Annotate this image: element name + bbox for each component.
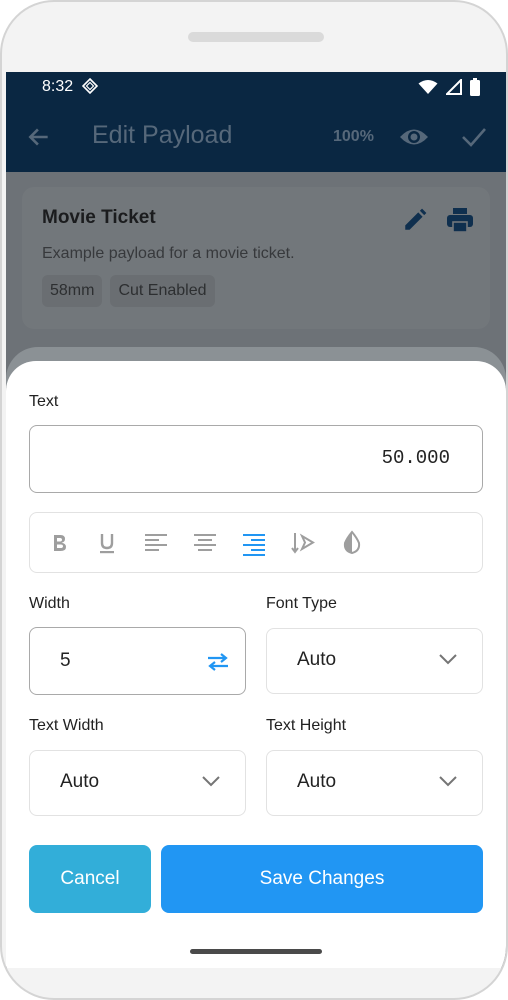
signal-icon [446,79,462,95]
align-center-icon[interactable] [191,529,219,557]
chip-cut: Cut Enabled [110,275,215,307]
status-bar: 8:32 [6,72,506,104]
text-height-value: Auto [297,771,337,792]
chevron-down-icon [439,654,457,665]
battery-icon [470,78,480,96]
bottom-sheet: Text 50.000 Width 5 Font Type Auto Text … [6,361,506,968]
wifi-icon [418,80,438,94]
printer-icon[interactable] [446,207,474,233]
cancel-button[interactable]: Cancel [29,845,151,913]
page-title: Edit Payload [92,121,233,149]
swap-icon[interactable] [205,650,231,674]
phone-speaker [188,32,324,42]
payload-chips: 58mm Cut Enabled [42,275,215,307]
text-direction-icon[interactable] [289,529,317,557]
width-input[interactable]: 5 [29,627,246,695]
font-type-value: Auto [297,649,337,670]
text-height-dropdown[interactable]: Auto [266,750,483,816]
text-input[interactable]: 50.000 [29,425,483,493]
home-indicator[interactable] [190,949,322,954]
chip-paper-size: 58mm [42,275,103,307]
pencil-icon[interactable] [402,207,428,233]
font-type-label: Font Type [266,595,337,612]
bold-icon[interactable] [45,529,73,557]
font-type-dropdown[interactable]: Auto [266,628,483,694]
back-arrow-icon[interactable] [26,124,52,150]
align-left-icon[interactable] [142,529,170,557]
text-width-value: Auto [60,771,100,792]
text-width-label: Text Width [29,717,104,734]
status-time: 8:32 [42,78,74,95]
invert-contrast-icon[interactable] [338,529,366,557]
text-label: Text [29,393,59,410]
format-toolbar [29,512,483,573]
chevron-down-icon [439,776,457,787]
underline-icon[interactable] [93,529,121,557]
zoom-level[interactable]: 100% [333,128,374,146]
phone-frame: 8:32 Edit Payload 100% Movie Ticket Exam… [0,0,508,1000]
save-changes-button[interactable]: Save Changes [161,845,483,913]
eye-icon[interactable] [399,124,429,150]
status-icons [418,78,480,96]
app-bar: Edit Payload 100% [6,104,506,172]
text-width-dropdown[interactable]: Auto [29,750,246,816]
payload-card: Movie Ticket Example payload for a movie… [22,187,490,329]
width-label: Width [29,595,70,612]
text-height-label: Text Height [266,717,347,734]
width-value: 5 [60,650,71,671]
chevron-down-icon [202,776,220,787]
payload-title: Movie Ticket [42,207,156,228]
payload-description: Example payload for a movie ticket. [42,245,295,262]
align-right-icon[interactable] [240,529,268,557]
screen: 8:32 Edit Payload 100% Movie Ticket Exam… [6,72,506,968]
notification-diamond-icon [82,78,98,94]
check-icon[interactable] [460,124,488,150]
